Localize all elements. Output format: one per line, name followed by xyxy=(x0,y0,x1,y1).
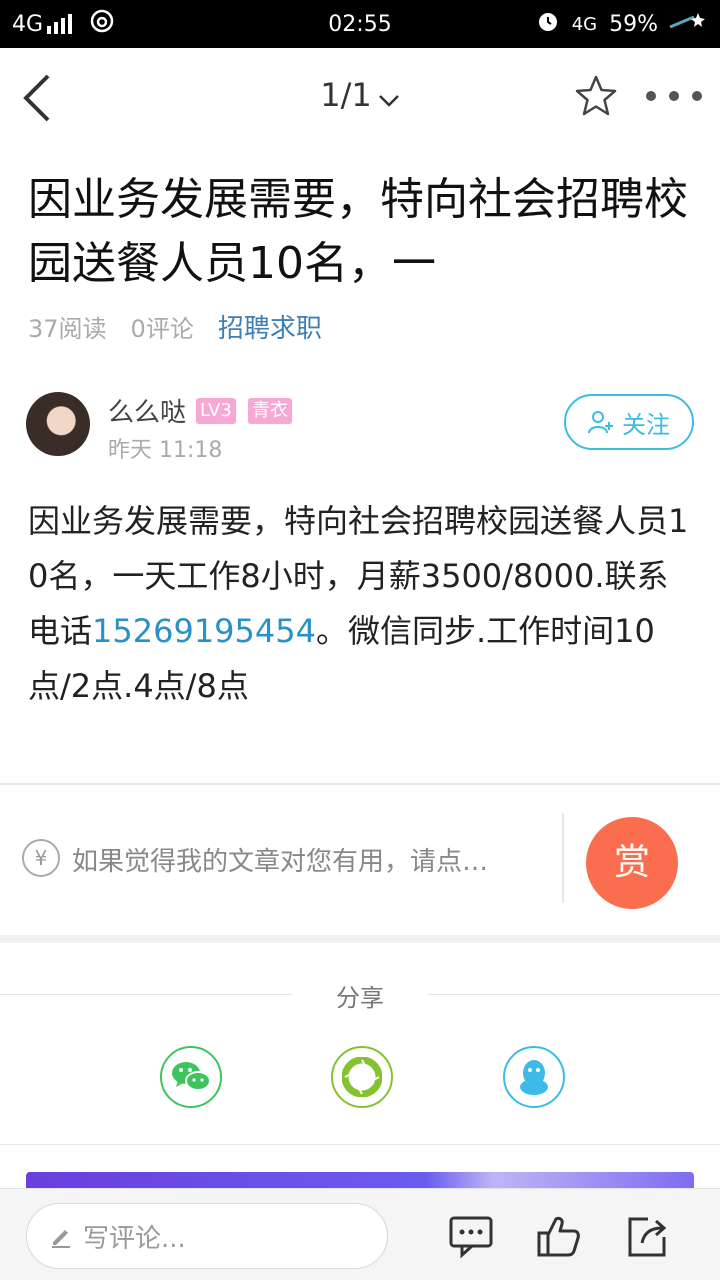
status-right: 4G 59% xyxy=(536,0,708,48)
comments-icon[interactable] xyxy=(448,1213,494,1259)
network-type-right: 4G xyxy=(571,13,598,35)
article-body: 因业务发展需要，特向社会招聘校园送餐人员10名，一天工作8小时，月薪3500/8… xyxy=(28,494,694,714)
share-icon[interactable] xyxy=(624,1213,670,1259)
share-header: 分享 xyxy=(0,974,720,1014)
reward-button[interactable]: 赏 xyxy=(586,817,678,909)
follow-label: 关注 xyxy=(622,410,670,439)
alarm-icon xyxy=(536,9,560,39)
article-title: 因业务发展需要，特向社会招聘校园送餐人员10名，一 xyxy=(28,174,688,289)
comment-placeholder: 写评论... xyxy=(83,1223,186,1254)
comment-count: 0评论 xyxy=(130,314,194,343)
title-badge: 青衣 xyxy=(248,398,292,424)
moments-icon[interactable] xyxy=(331,1046,393,1108)
follow-button[interactable]: 关注 xyxy=(564,394,694,450)
yen-icon: ¥ xyxy=(22,839,60,877)
reward-prompt: 如果觉得我的文章对您有用，请点… xyxy=(72,847,489,877)
bottom-bar: 写评论... xyxy=(0,1188,720,1280)
pencil-icon xyxy=(52,1230,70,1248)
thumbs-up-icon[interactable] xyxy=(536,1213,582,1259)
wechat-icon[interactable] xyxy=(160,1046,222,1108)
add-user-icon xyxy=(588,411,613,434)
phone-link[interactable]: 15269195454 xyxy=(92,612,316,650)
share-label: 分享 xyxy=(336,984,384,1012)
article-meta: 37阅读 0评论 招聘求职 xyxy=(28,306,322,346)
divider xyxy=(562,813,564,903)
comment-input[interactable]: 写评论... xyxy=(26,1203,388,1269)
author-row: 么么哒 LV3 青衣 昨天 11:18 关注 xyxy=(26,392,696,463)
star-icon xyxy=(575,75,617,116)
level-badge: LV3 xyxy=(196,398,236,424)
reward-section: ¥ 如果觉得我的文章对您有用，请点… 赏 xyxy=(0,785,720,935)
category-link[interactable]: 招聘求职 xyxy=(218,308,322,345)
author-name[interactable]: 么么哒 xyxy=(108,392,186,429)
qq-icon[interactable] xyxy=(503,1046,565,1108)
divider xyxy=(428,994,720,995)
top-nav: 1/1 xyxy=(0,48,720,148)
chevron-down-icon xyxy=(378,78,400,116)
shooting-star-icon xyxy=(668,9,708,39)
more-options-icon[interactable] xyxy=(646,84,702,108)
read-count: 37阅读 xyxy=(28,314,107,343)
favorite-button[interactable] xyxy=(574,74,622,122)
section-separator xyxy=(0,935,720,943)
post-time: 昨天 11:18 xyxy=(108,438,223,463)
avatar[interactable] xyxy=(26,392,90,456)
page-indicator-text: 1/1 xyxy=(320,76,372,114)
divider xyxy=(0,1144,720,1145)
status-bar: 4G 02:55 4G 59% xyxy=(0,0,720,48)
battery-level: 59% xyxy=(609,11,658,37)
